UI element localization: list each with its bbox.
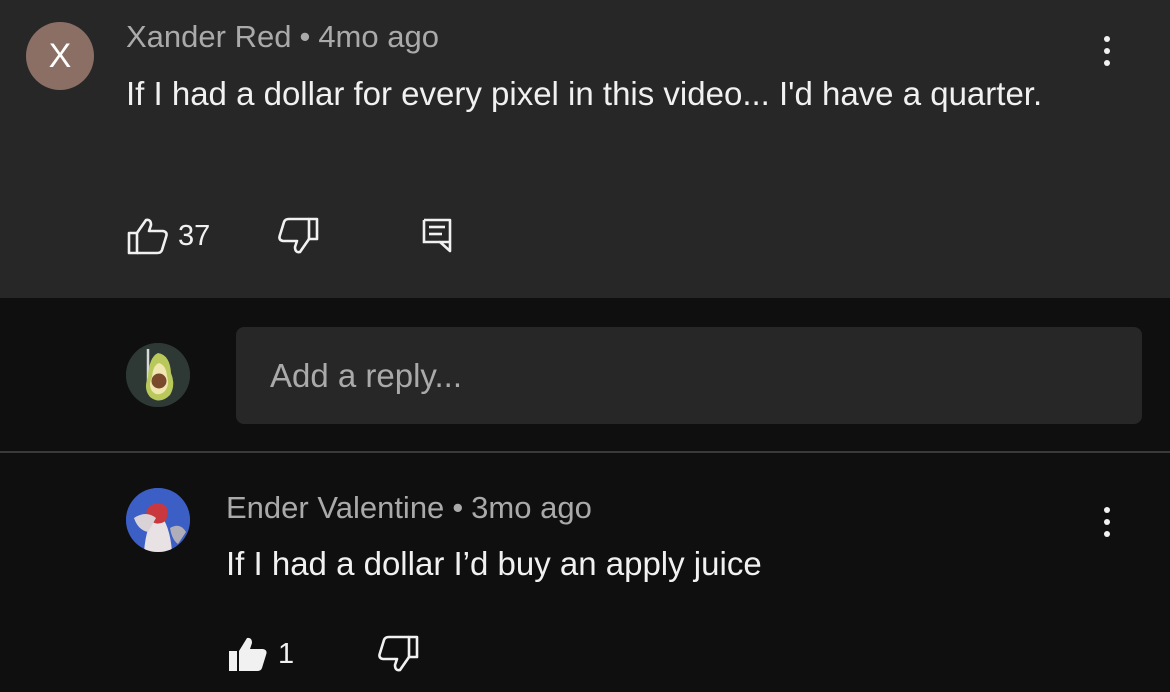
- like-count: 1: [278, 637, 295, 670]
- highlighted-comment: X Xander Red • 4mo ago If I had a dollar f…: [0, 0, 1170, 298]
- like-button[interactable]: 37: [126, 216, 210, 256]
- reply-button[interactable]: [420, 216, 454, 254]
- like-button[interactable]: 1: [226, 634, 294, 674]
- dislike-button[interactable]: [276, 216, 320, 256]
- comment-time[interactable]: 4mo ago: [318, 19, 439, 54]
- meta-separator: •: [299, 19, 311, 54]
- comment-author[interactable]: Ender Valentine: [226, 490, 444, 525]
- comment-author[interactable]: Xander Red: [126, 19, 291, 54]
- comment-text: If I had a dollar for every pixel in thi…: [126, 75, 1043, 112]
- comment-text: If I had a dollar I’d buy an apply juice: [226, 545, 762, 582]
- thumbs-down-outline-icon: [378, 635, 419, 672]
- thumbs-up-filled-icon: [229, 637, 267, 671]
- reply-input[interactable]: [236, 327, 1142, 424]
- divider: [0, 451, 1170, 453]
- avatar[interactable]: [126, 488, 190, 552]
- thumbs-up-outline-icon: [127, 218, 168, 255]
- more-vertical-icon[interactable]: [1101, 507, 1113, 537]
- dislike-button[interactable]: [376, 634, 420, 674]
- comment-meta: Xander Red • 4mo ago: [126, 19, 439, 55]
- meta-separator: •: [452, 490, 464, 525]
- like-count: 37: [178, 219, 211, 252]
- avatar[interactable]: X: [26, 22, 94, 90]
- thumbs-down-outline-icon: [278, 217, 319, 254]
- reply-comment-icon: [422, 218, 452, 253]
- avocado-avatar-icon[interactable]: [126, 343, 190, 407]
- comment-meta: Ender Valentine • 3mo ago: [226, 490, 592, 526]
- comments-section: X Xander Red • 4mo ago If I had a dollar f…: [0, 0, 1170, 692]
- more-vertical-icon[interactable]: [1101, 36, 1113, 66]
- comment-time[interactable]: 3mo ago: [471, 490, 592, 525]
